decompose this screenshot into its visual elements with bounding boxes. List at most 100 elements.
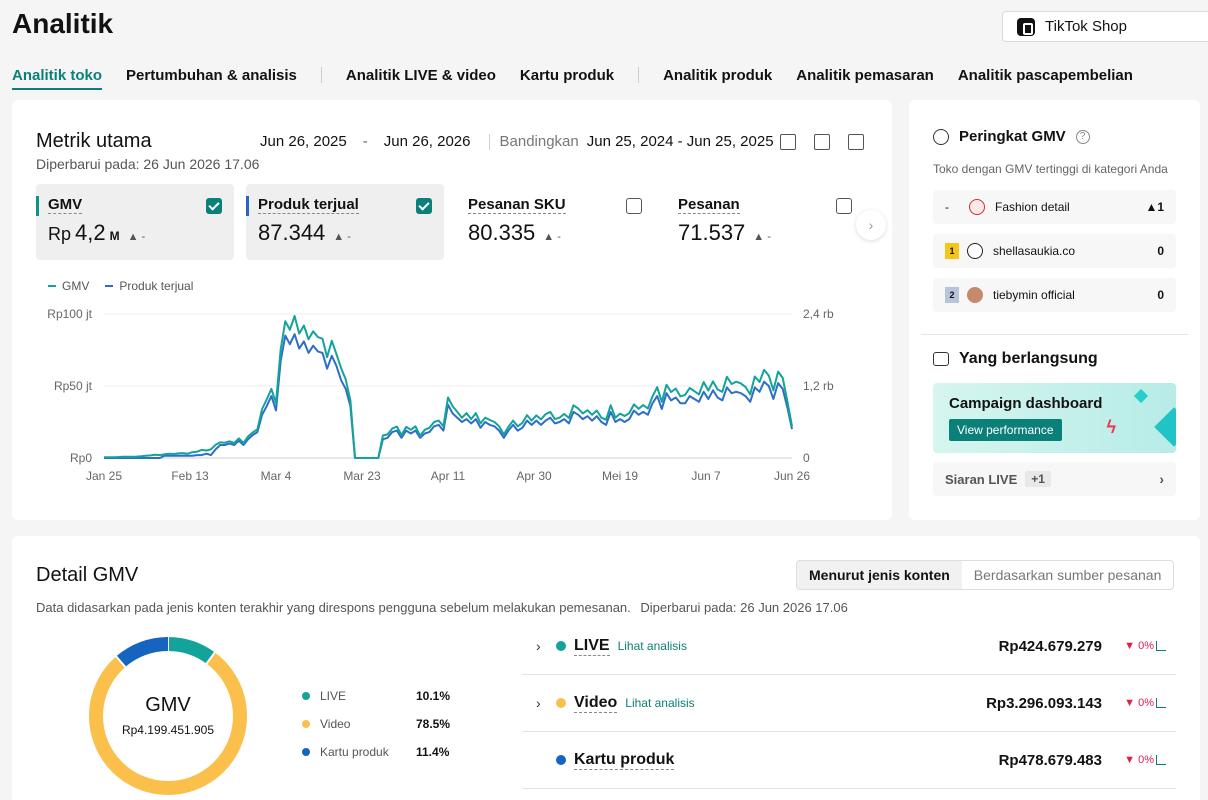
row-change: ▼ 0% [1124, 640, 1154, 652]
date-end[interactable]: Jun 26, 2026 [384, 133, 471, 150]
legend-item-gmv[interactable]: GMV [48, 279, 89, 293]
live-broadcast-row[interactable]: Siaran LIVE +1 › [933, 462, 1176, 496]
tile-value: 80.335 ▲ - [468, 220, 642, 246]
edit-icon[interactable] [780, 134, 796, 150]
gmv-detail-title: Detail GMV [36, 564, 139, 586]
row-name: Kartu produk [574, 750, 675, 770]
download-icon[interactable] [814, 134, 830, 150]
legend-dot [302, 720, 310, 728]
row-name: LIVE [574, 636, 610, 656]
tile-number: 4,2 [75, 220, 106, 245]
tile-number: 71.537 [678, 220, 746, 245]
trend-chart-icon[interactable] [1156, 641, 1166, 651]
side-divider [921, 334, 1188, 335]
metric-tile-produk-terjual[interactable]: Produk terjual 87.344 ▲ - [246, 184, 444, 260]
metric-tile-pesanan[interactable]: Pesanan 71.537 ▲ - [666, 184, 864, 260]
trend-chart-icon [933, 352, 949, 366]
tab-analitik-live-video[interactable]: Analitik LIVE & video [346, 62, 496, 88]
trend-chart-icon[interactable] [1156, 755, 1166, 765]
ranking-title: Peringkat GMV ? [933, 128, 1090, 145]
view-analysis-link[interactable]: Lihat analisis [625, 696, 694, 710]
ranking-row[interactable]: 1 shellasaukia.co 0 [933, 234, 1176, 268]
tab-kartu-produk[interactable]: Kartu produk [520, 62, 614, 88]
donut-legend-item: LIVE 10.1% [302, 682, 450, 710]
campaign-banner[interactable]: Campaign dashboard View performance ϟ [933, 383, 1176, 453]
tab-analitik-pascapembelian[interactable]: Analitik pascapembelian [958, 62, 1133, 88]
tile-checkbox[interactable] [206, 198, 222, 214]
analytics-tabs: Analitik toko Pertumbuhan & analisis Ana… [12, 62, 1157, 90]
view-analysis-link[interactable]: Lihat analisis [618, 639, 687, 653]
date-range-picker[interactable]: Jun 26, 2025 - Jun 26, 2026 Bandingkan J… [260, 133, 774, 150]
shop-logo-icon [967, 287, 983, 303]
legend-dot [302, 748, 310, 756]
chevron-right-icon[interactable]: › [856, 210, 886, 240]
tile-checkbox[interactable] [836, 198, 852, 214]
donut-center: GMV Rp4.199.451.905 [88, 636, 248, 796]
clipboard-icon[interactable] [848, 134, 864, 150]
series-line-gmv [104, 315, 793, 459]
gmv-row-kartu-produk[interactable]: Kartu produk Rp478.679.483 ▼ 0% [522, 732, 1176, 789]
date-start[interactable]: Jun 26, 2025 [260, 133, 347, 150]
row-change: ▼ 0% [1124, 697, 1154, 709]
tile-value: Rp 4,2 M ▲ - [48, 220, 222, 246]
chevron-right-icon[interactable]: › [522, 695, 556, 711]
live-count-badge: +1 [1025, 471, 1051, 487]
gmv-view-toggle: Menurut jenis konten Berdasarkan sumber … [796, 560, 1175, 590]
tile-currency: Rp [48, 224, 72, 244]
legend-name: Kartu produk [320, 745, 389, 759]
rank-score: ▲1 [1145, 200, 1164, 214]
ranking-row[interactable]: - Fashion detail ▲1 [933, 190, 1176, 224]
legend-pct: 78.5% [416, 717, 451, 731]
tab-pertumbuhan-analisis[interactable]: Pertumbuhan & analisis [126, 62, 297, 88]
tile-number: 80.335 [468, 220, 536, 245]
x-tick-label: Apr 11 [431, 469, 466, 483]
tile-checkbox[interactable] [416, 198, 432, 214]
chevron-right-icon[interactable]: › [522, 638, 556, 654]
tab-analitik-produk[interactable]: Analitik produk [663, 62, 772, 88]
metric-tile-gmv[interactable]: GMV Rp 4,2 M ▲ - [36, 184, 234, 260]
view-performance-button[interactable]: View performance [949, 419, 1062, 441]
legend-item-produk-terjual[interactable]: Produk terjual [105, 279, 193, 293]
ranking-subtitle: Toko dengan GMV tertinggi di kategori An… [933, 162, 1168, 176]
ongoing-title: Yang berlangsung [933, 350, 1098, 368]
help-icon[interactable]: ? [1075, 129, 1090, 144]
toggle-content-type[interactable]: Menurut jenis konten [797, 561, 962, 589]
y-right-tick-label: 1,2 rb [803, 379, 834, 393]
row-dot [556, 698, 566, 708]
page-title: Analitik [12, 8, 114, 39]
ranking-row[interactable]: 2 tiebymin official 0 [933, 278, 1176, 312]
tile-checkbox[interactable] [626, 198, 642, 214]
gmv-row-video[interactable]: › Video Lihat analisis Rp3.296.093.143 ▼… [522, 675, 1176, 732]
tile-accent [246, 196, 249, 216]
tile-value: 87.344 ▲ - [258, 220, 432, 246]
legend-label: GMV [62, 279, 90, 293]
tab-analitik-pemasaran[interactable]: Analitik pemasaran [796, 62, 934, 88]
compare-range[interactable]: Jun 25, 2024 - Jun 25, 2025 [587, 133, 774, 150]
tab-analitik-toko[interactable]: Analitik toko [12, 62, 103, 90]
side-card: Peringkat GMV ? Toko dengan GMV tertingg… [909, 100, 1200, 520]
metric-tile-pesanan-sku[interactable]: Pesanan SKU 80.335 ▲ - [456, 184, 654, 260]
legend-pct: 11.4% [416, 745, 450, 759]
x-tick-label: Feb 13 [171, 469, 209, 483]
gmv-description-text: Data didasarkan pada jenis konten terakh… [36, 600, 631, 615]
x-tick-label: Jun 26 [774, 469, 810, 483]
legend-name: LIVE [320, 689, 347, 703]
tile-label: Produk terjual [258, 196, 359, 214]
metrics-toolbar [780, 134, 864, 150]
row-change: ▼ 0% [1124, 754, 1154, 766]
legend-name: Video [320, 717, 351, 731]
gmv-row-live[interactable]: › LIVE Lihat analisis Rp424.679.279 ▼ 0% [522, 618, 1176, 675]
trend-chart-icon[interactable] [1156, 698, 1166, 708]
tile-label: Pesanan [678, 196, 740, 214]
decor-shape [1133, 388, 1149, 404]
toggle-order-source[interactable]: Berdasarkan sumber pesanan [962, 561, 1174, 589]
date-divider [488, 133, 490, 150]
tab-divider [638, 67, 640, 83]
shop-selector[interactable]: TikTok Shop [1002, 11, 1208, 42]
legend-pct: 10.1% [416, 689, 451, 703]
tile-trend: ▲ - [753, 231, 771, 243]
shop-selector-label: TikTok Shop [1045, 18, 1127, 35]
shop-logo-icon [969, 199, 985, 215]
row-amount: Rp3.296.093.143 [986, 694, 1102, 712]
rank-shop-name: shellasaukia.co [993, 244, 1076, 258]
